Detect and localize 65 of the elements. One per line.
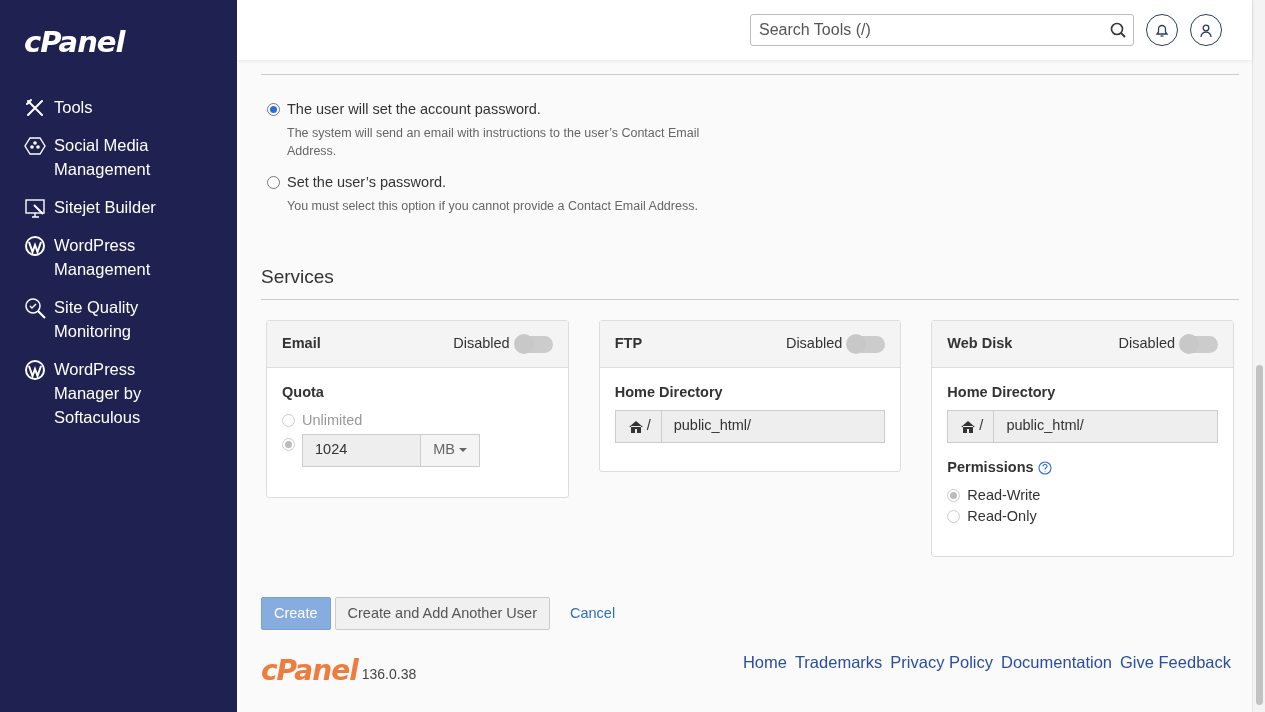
footer-link[interactable]: Privacy Policy — [890, 650, 994, 675]
directory-field[interactable]: / public_html/ — [947, 409, 1218, 443]
section-heading: Services — [261, 262, 1239, 300]
footer-link[interactable]: Give Feedback — [1120, 650, 1231, 675]
help-text: The system will send an email with instructions to the user’s Contact Email Address. — [287, 124, 701, 160]
field-label: Home Directory — [947, 383, 1057, 402]
toggle-switch[interactable] — [848, 335, 886, 353]
field-label: Home Directory — [614, 383, 724, 402]
scrollbar[interactable] — [1252, 0, 1265, 712]
card-title: Web Disk — [947, 334, 1013, 354]
help-icon — [1037, 460, 1052, 475]
path-prefix: / — [646, 416, 651, 436]
field-value: public_html/ — [1005, 416, 1085, 436]
home-icon — [960, 418, 977, 434]
sidebar-item[interactable]: Tools — [24, 95, 184, 119]
unit-dropdown[interactable]: MB — [421, 434, 479, 466]
cancel-link[interactable]: Cancel — [569, 602, 616, 625]
caret-icon — [458, 448, 467, 452]
version-number: 136.0.38 — [361, 664, 417, 684]
wordpress-icon — [24, 359, 46, 381]
field-label: Permissions — [947, 457, 1034, 477]
network-hexagon-icon — [24, 135, 46, 157]
path-prefix: / — [979, 416, 984, 436]
wordpress-icon — [24, 235, 46, 257]
radio-button[interactable] — [282, 413, 295, 427]
footer-link[interactable]: Documentation — [1001, 650, 1112, 675]
option-label: Set the user’s password. — [287, 172, 448, 192]
toggle-switch[interactable] — [1181, 335, 1218, 353]
sidebar-item[interactable]: Social Media Management — [24, 133, 184, 181]
logo[interactable]: cPanel — [24, 28, 237, 57]
field-value: public_html/ — [672, 416, 753, 436]
search-field[interactable]: Search Tools (/) — [750, 14, 1134, 46]
sidebar-item[interactable]: WordPress Manager by Softaculous — [24, 357, 184, 429]
status-label: Disabled — [1118, 334, 1175, 354]
bell-icon — [1154, 22, 1170, 38]
sidebar-item[interactable]: Site Quality Monitoring — [24, 295, 184, 343]
card-title: FTP — [614, 334, 643, 354]
radio-button[interactable] — [947, 488, 961, 502]
footer-link[interactable]: Trademarks — [794, 650, 883, 675]
field-label: Quota — [282, 383, 325, 402]
directory-field[interactable]: / public_html/ — [614, 409, 886, 443]
footer-link[interactable]: Home — [742, 650, 787, 675]
create-another-button[interactable]: Create and Add Another User — [334, 597, 550, 630]
sidebar-item[interactable]: WordPress Management — [24, 233, 184, 281]
radio-button[interactable] — [947, 510, 961, 524]
help-text: You must select this option if you cannot provide a Contact Email Address. — [287, 197, 698, 215]
radio-button[interactable] — [267, 103, 280, 116]
search-icon — [1110, 22, 1126, 38]
card-title: Email — [282, 334, 321, 354]
sidebar-item[interactable]: Sitejet Builder — [24, 195, 184, 219]
tools-icon — [24, 97, 46, 119]
magnifier-check-icon — [24, 297, 46, 319]
status-label: Disabled — [453, 334, 510, 354]
radio-button[interactable] — [282, 437, 295, 451]
radio-button[interactable] — [267, 175, 280, 189]
home-icon — [627, 418, 644, 434]
status-label: Disabled — [785, 334, 843, 354]
option-label: Read-Write — [967, 485, 1041, 505]
option-label: The user will set the account password. — [287, 100, 542, 119]
toggle-switch[interactable] — [515, 335, 553, 353]
option-label: Read-Only — [967, 507, 1037, 527]
monitor-pencil-icon — [24, 197, 46, 219]
option-label: Unlimited — [302, 410, 363, 430]
user-icon — [1199, 22, 1213, 38]
scrollbar-thumb[interactable] — [1256, 365, 1263, 705]
